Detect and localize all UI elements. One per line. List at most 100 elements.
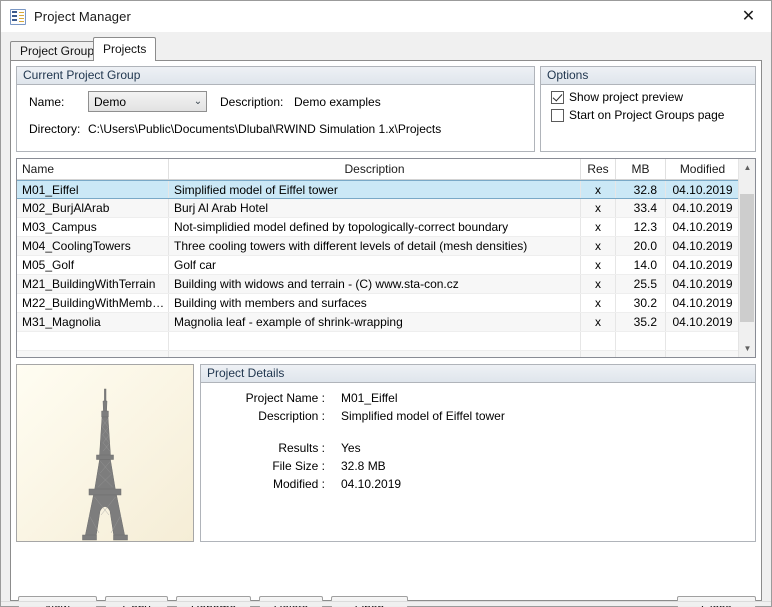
checkbox-box-icon xyxy=(551,108,564,122)
table-row[interactable]: M03_Campus Not-simplidied model defined b… xyxy=(17,218,755,237)
table-row[interactable]: M22_BuildingWithMembers Building with mem… xyxy=(17,294,755,313)
detail-value-project-name: M01_Eiffel xyxy=(341,391,398,405)
cell-res: x xyxy=(581,237,616,255)
cell-empty xyxy=(17,351,169,357)
project-manager-window: Project Manager ✕ Project Groups Project… xyxy=(0,0,772,607)
eiffel-tower-icon xyxy=(17,365,193,541)
table-row[interactable]: M05_Golf Golf car x 14.0 04.10.2019 xyxy=(17,256,755,275)
cell-modified: 04.10.2019 xyxy=(672,315,733,329)
cell-modified: 04.10.2019 xyxy=(672,183,733,197)
cell-mb: 33.4 xyxy=(616,199,666,217)
table-vertical-scrollbar[interactable]: ▲ ▼ xyxy=(738,159,755,357)
detail-value-modified: 04.10.2019 xyxy=(341,477,402,491)
cell-modified: 04.10.2019 xyxy=(672,201,733,215)
project-preview-image xyxy=(16,364,194,542)
detail-key-file-size: File Size : xyxy=(272,459,325,473)
cell-res: x xyxy=(581,256,616,274)
cell-mb: 30.2 xyxy=(616,294,666,312)
cell-name: M21_BuildingWithTerrain xyxy=(17,275,169,293)
close-icon[interactable]: ✕ xyxy=(726,1,771,31)
current-project-group-caption: Current Project Group xyxy=(17,67,534,85)
cell-description: Building with members and surfaces xyxy=(169,294,581,312)
tab-projects[interactable]: Projects xyxy=(93,37,157,61)
current-project-group-panel: Current Project Group Name: Demo ⌄ Descr… xyxy=(16,66,535,152)
cell-mb: 35.2 xyxy=(616,313,666,331)
scroll-down-icon[interactable]: ▼ xyxy=(739,340,755,357)
scrollbar-track[interactable] xyxy=(739,176,755,340)
cell-empty xyxy=(581,332,616,350)
status-line xyxy=(1,601,771,606)
scroll-up-icon[interactable]: ▲ xyxy=(739,159,755,176)
options-panel: Options Show project preview Start on Pr… xyxy=(540,66,756,152)
project-details-caption: Project Details xyxy=(201,365,755,383)
tab-strip: Project Groups Projects xyxy=(10,37,762,61)
cell-empty xyxy=(616,351,666,357)
cell-res: x xyxy=(581,313,616,331)
cell-empty xyxy=(17,332,169,350)
client-area: Project Groups Projects Current Project … xyxy=(1,32,771,607)
group-description-value: Demo examples xyxy=(294,95,381,109)
table-row[interactable]: M21_BuildingWithTerrain Building with wid… xyxy=(17,275,755,294)
cell-modified: 04.10.2019 xyxy=(672,220,733,234)
projects-table: Name Description Res MB Modified M01_Eif… xyxy=(16,158,756,358)
cell-name: M01_Eiffel xyxy=(17,181,169,198)
detail-key-description: Description : xyxy=(258,409,325,423)
checkbox-show-project-preview-label: Show project preview xyxy=(569,90,684,104)
table-row-empty xyxy=(17,351,755,357)
cell-mb: 20.0 xyxy=(616,237,666,255)
table-row[interactable]: M02_BurjAlArab Burj Al Arab Hotel x 33.4 04.… xyxy=(17,199,755,218)
cell-description: Three cooling towers with different leve… xyxy=(169,237,581,255)
cell-mb: 14.0 xyxy=(616,256,666,274)
cell-empty xyxy=(666,332,739,350)
column-header-mb[interactable]: MB xyxy=(616,159,666,179)
column-header-res[interactable]: Res xyxy=(581,159,616,179)
cell-empty xyxy=(169,351,581,357)
cell-name: M05_Golf xyxy=(17,256,169,274)
table-row[interactable]: M01_Eiffel Simplified model of Eiffel tow… xyxy=(17,180,755,199)
cell-res: x xyxy=(581,218,616,236)
table-row[interactable]: M31_Magnolia Magnolia leaf - example of s… xyxy=(17,313,755,332)
group-directory-label: Directory: xyxy=(29,122,81,136)
table-row-empty xyxy=(17,332,755,351)
cell-mb: 25.5 xyxy=(616,275,666,293)
table-row[interactable]: M04_CoolingTowers Three cooling towers wi… xyxy=(17,237,755,256)
cell-description: Not-simplidied model defined by topologi… xyxy=(169,218,581,236)
cell-empty xyxy=(616,332,666,350)
group-name-select[interactable]: Demo ⌄ xyxy=(88,91,207,112)
group-name-label: Name: xyxy=(29,95,65,109)
cell-res: x xyxy=(581,181,616,198)
project-manager-icon xyxy=(10,8,26,25)
cell-name: M22_BuildingWithMembers xyxy=(17,294,169,312)
group-directory-value: C:\Users\Public\Documents\Dlubal\RWIND S… xyxy=(88,122,442,136)
detail-value-description: Simplified model of Eiffel tower xyxy=(341,409,505,423)
cell-mb: 12.3 xyxy=(616,218,666,236)
cell-description: Magnolia leaf - example of shrink-wrappi… xyxy=(169,313,581,331)
cell-description: Golf car xyxy=(169,256,581,274)
cell-name: M02_BurjAlArab xyxy=(17,199,169,217)
title-bar: Project Manager ✕ xyxy=(1,1,771,32)
checkbox-show-project-preview[interactable]: Show project preview xyxy=(551,90,683,104)
cell-description: Burj Al Arab Hotel xyxy=(169,199,581,217)
cell-modified: 04.10.2019 xyxy=(672,258,733,272)
table-body: M01_Eiffel Simplified model of Eiffel tow… xyxy=(17,180,755,357)
options-caption: Options xyxy=(541,67,755,85)
column-header-name[interactable]: Name xyxy=(17,159,169,179)
cell-description: Building with widows and terrain - (C) w… xyxy=(169,275,581,293)
column-header-modified[interactable]: Modified xyxy=(666,159,739,179)
column-header-description[interactable]: Description xyxy=(169,159,581,179)
detail-key-modified: Modified : xyxy=(272,477,325,491)
checkbox-start-on-project-groups-page-label: Start on Project Groups page xyxy=(569,108,725,122)
cell-modified: 04.10.2019 xyxy=(672,239,733,253)
scrollbar-thumb[interactable] xyxy=(740,194,754,322)
detail-key-project-name: Project Name : xyxy=(245,391,325,405)
group-name-value: Demo xyxy=(94,94,127,109)
cell-res: x xyxy=(581,275,616,293)
cell-name: M03_Campus xyxy=(17,218,169,236)
checkmark-icon xyxy=(551,90,564,104)
cell-description: Simplified model of Eiffel tower xyxy=(169,181,581,198)
cell-res: x xyxy=(581,199,616,217)
cell-empty xyxy=(581,351,616,357)
cell-empty xyxy=(169,332,581,350)
cell-modified: 04.10.2019 xyxy=(672,277,733,291)
checkbox-start-on-project-groups-page[interactable]: Start on Project Groups page xyxy=(551,108,724,122)
